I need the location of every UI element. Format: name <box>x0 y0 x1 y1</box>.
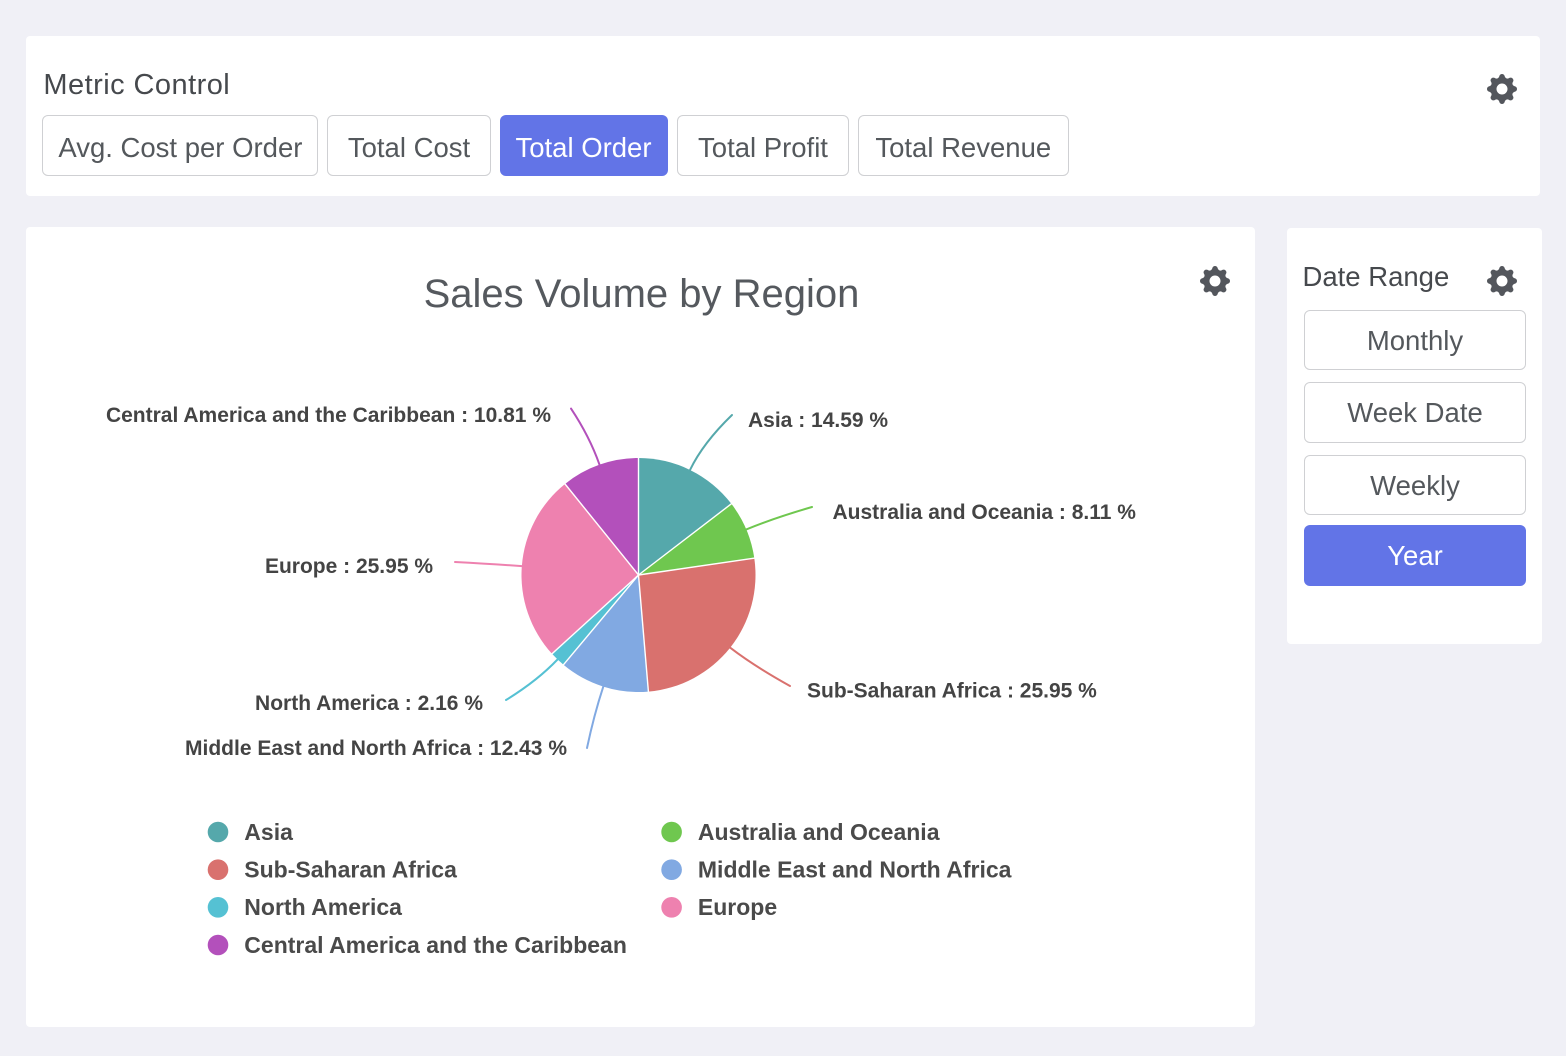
svg-text:North America : 2.16 %: North America : 2.16 % <box>255 692 483 715</box>
svg-text:North America: North America <box>244 894 402 920</box>
svg-text:Australia and Oceania : 8.11 %: Australia and Oceania : 8.11 % <box>833 501 1137 524</box>
svg-text:Asia: Asia <box>244 819 293 845</box>
svg-text:Central America and the Caribb: Central America and the Caribbean <box>244 932 627 958</box>
svg-text:Asia : 14.59 %: Asia : 14.59 % <box>748 409 888 432</box>
svg-text:Middle East and North Africa: Middle East and North Africa <box>698 857 1012 883</box>
svg-text:Sub-Saharan Africa: Sub-Saharan Africa <box>244 857 457 883</box>
svg-text:Sales Volume by Region: Sales Volume by Region <box>424 272 860 316</box>
svg-text:Middle East and North Africa :: Middle East and North Africa : 12.43 % <box>185 737 567 760</box>
svg-text:Europe : 25.95 %: Europe : 25.95 % <box>265 555 433 578</box>
svg-text:Europe: Europe <box>698 894 777 920</box>
svg-text:Central America and the Caribb: Central America and the Caribbean : 10.8… <box>106 404 551 427</box>
svg-text:Sub-Saharan Africa : 25.95 %: Sub-Saharan Africa : 25.95 % <box>807 680 1097 703</box>
svg-text:Australia and Oceania: Australia and Oceania <box>698 819 940 845</box>
